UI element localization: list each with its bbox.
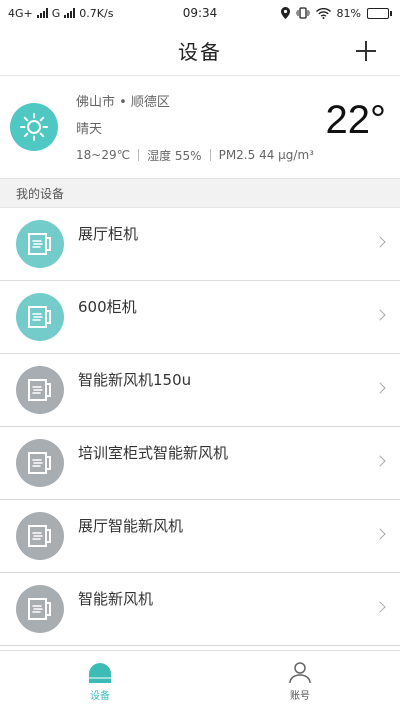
device-row[interactable]: 智能新风机150u [0, 354, 400, 427]
location-icon [280, 7, 290, 19]
device-name: 展厅智能新风机 [78, 516, 184, 535]
pm25: PM2.5 44 μg/m³ [218, 148, 314, 162]
chevron-right-icon [374, 382, 386, 394]
clock: 09:34 [182, 6, 218, 20]
air-purifier-icon [16, 220, 64, 268]
device-row[interactable]: 600柜机 [0, 281, 400, 354]
weather-card: 佛山市 • 顺德区 晴天 18~29℃ 湿度 55% PM2.5 44 μg/m… [0, 76, 400, 178]
chevron-right-icon [374, 601, 386, 613]
page-title: 设备 [178, 40, 222, 64]
signal-icon [36, 8, 48, 18]
device-name: 展厅柜机 [78, 224, 139, 243]
air-purifier-icon [16, 439, 64, 487]
air-purifier-icon [16, 512, 64, 560]
tab-account-label: 账号 [290, 691, 310, 702]
battery-percent: 81% [336, 6, 361, 20]
network-label-2: G [51, 6, 61, 20]
signal-icon-2 [64, 8, 76, 18]
divider [209, 149, 211, 161]
vibrate-icon [295, 7, 310, 19]
chevron-right-icon [374, 236, 386, 248]
tab-devices[interactable]: 设备 [0, 651, 200, 711]
air-purifier-icon [16, 293, 64, 341]
chevron-right-icon [374, 528, 386, 540]
device-name: 智能新风机150u [78, 370, 192, 389]
tab-account[interactable]: 账号 [200, 651, 400, 711]
tab-devices-label: 设备 [90, 691, 110, 702]
device-list: 展厅柜机 600柜机 智能新风机150u 培训室柜式智能新风机 展厅智能新风机 [0, 208, 400, 646]
device-name: 培训室柜式智能新风机 [78, 443, 229, 462]
humidity: 湿度 55% [147, 148, 202, 163]
add-device-button[interactable] [352, 37, 380, 65]
air-purifier-icon [16, 585, 64, 633]
section-title: 我的设备 [16, 186, 65, 201]
sun-icon [10, 103, 58, 151]
chevron-right-icon [374, 455, 386, 467]
air-purifier-icon [16, 366, 64, 414]
status-bar: 4G+ G 0.7K/s 09:34 81% [0, 0, 400, 26]
chevron-right-icon [374, 309, 386, 321]
weather-location: 佛山市 • 顺德区 [76, 94, 170, 110]
section-header: 我的设备 [0, 178, 400, 208]
current-temperature: 22° [325, 97, 387, 142]
device-row[interactable]: 展厅智能新风机 [0, 500, 400, 573]
network-speed: 0.7K/s [79, 6, 114, 20]
temp-range: 18~29℃ [76, 148, 131, 162]
device-row[interactable]: 智能新风机 [0, 573, 400, 646]
wifi-icon [315, 7, 331, 19]
device-name: 600柜机 [78, 297, 137, 316]
network-label-1: 4G+ [8, 6, 33, 20]
battery-icon [367, 7, 392, 19]
device-row[interactable]: 展厅柜机 [0, 208, 400, 281]
app-header: 设备 [0, 26, 400, 76]
weather-condition: 晴天 [76, 121, 103, 137]
bottom-nav: 设备 账号 [0, 650, 400, 711]
device-tab-icon [89, 663, 111, 683]
device-name: 智能新风机 [78, 589, 154, 608]
divider [138, 149, 140, 161]
user-icon [289, 662, 311, 684]
device-row[interactable]: 培训室柜式智能新风机 [0, 427, 400, 500]
